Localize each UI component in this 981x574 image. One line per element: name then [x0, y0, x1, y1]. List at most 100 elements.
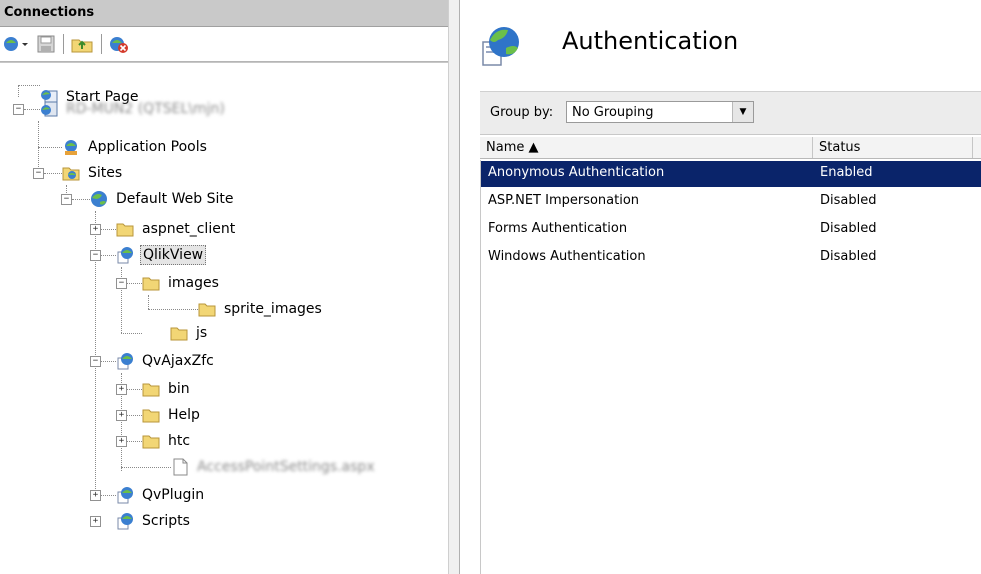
tree-guide — [126, 389, 142, 390]
group-by-label: Group by: — [490, 105, 554, 120]
feature-pane: Authentication Group by: No Grouping ▼ N… — [460, 0, 981, 574]
tree-guide — [18, 85, 19, 97]
tree-guide — [44, 173, 62, 174]
auth-status: Disabled — [820, 221, 877, 236]
expander-collapse[interactable]: − — [116, 278, 127, 289]
tree-guide — [126, 415, 142, 416]
tree-node-default-web-site[interactable]: Default Web Site — [90, 188, 235, 210]
folder-icon — [170, 327, 188, 341]
tree-node-server[interactable]: RD-MUN2 (QTSEL\mjn) — [40, 98, 227, 120]
tree-guide — [100, 229, 116, 230]
tree-guide — [148, 309, 198, 310]
tree-node-help[interactable]: Help — [142, 404, 202, 426]
web-app-icon — [117, 247, 133, 264]
tree-node-application-pools[interactable]: Application Pools — [62, 136, 209, 158]
globe-icon — [91, 191, 107, 207]
tree-guide — [72, 199, 90, 200]
application-pools-icon — [65, 140, 77, 155]
tree-node-sites[interactable]: Sites — [62, 162, 124, 184]
list-item[interactable]: Anonymous Authentication Enabled — [481, 161, 981, 187]
column-header-name[interactable]: Name ▲ — [480, 137, 813, 158]
tree-guide — [18, 85, 40, 86]
authentication-list: Anonymous Authentication Enabled ASP.NET… — [480, 160, 981, 574]
expander-expand[interactable]: + — [90, 224, 101, 235]
expander-collapse[interactable]: − — [61, 194, 72, 205]
auth-name: ASP.NET Impersonation — [488, 193, 640, 208]
group-by-select[interactable]: No Grouping ▼ — [566, 101, 754, 123]
auth-status: Enabled — [820, 165, 873, 180]
tree-guide — [121, 333, 142, 334]
expander-expand[interactable]: + — [116, 410, 127, 421]
expander-expand[interactable]: + — [90, 516, 101, 527]
list-item[interactable]: Windows Authentication Disabled — [481, 245, 981, 271]
tree-node-htc[interactable]: htc — [142, 430, 192, 452]
column-header-extra[interactable] — [973, 137, 981, 158]
expander-collapse[interactable]: − — [90, 356, 101, 367]
toolbar-separator — [63, 34, 64, 54]
auth-name: Forms Authentication — [488, 221, 628, 236]
tree-guide — [24, 109, 40, 110]
tree-guide — [121, 467, 171, 468]
connections-header: Connections — [0, 0, 448, 27]
tree-node-sprite-images[interactable]: sprite_images — [198, 298, 324, 320]
web-app-icon — [117, 487, 133, 504]
list-header: Name ▲ Status — [480, 137, 981, 159]
auth-status: Disabled — [820, 249, 877, 264]
disconnect-icon[interactable] — [107, 34, 131, 54]
folder-icon — [142, 409, 160, 423]
connections-toolbar — [0, 27, 448, 62]
auth-status: Disabled — [820, 193, 877, 208]
expander-expand[interactable]: + — [90, 490, 101, 501]
up-folder-icon[interactable] — [70, 34, 94, 54]
group-by-value: No Grouping — [572, 105, 654, 120]
tree-node-qlikview[interactable]: QlikView — [116, 244, 207, 266]
tree-guide — [38, 147, 62, 148]
expander-collapse[interactable]: − — [90, 250, 101, 261]
feature-header: Authentication — [460, 0, 981, 82]
list-item[interactable]: Forms Authentication Disabled — [481, 217, 981, 243]
group-by-bar: Group by: No Grouping ▼ — [480, 91, 981, 135]
connections-title: Connections — [4, 5, 95, 20]
connections-pane: Connections − − − + − − − + + + + + Star… — [0, 0, 448, 574]
auth-name: Anonymous Authentication — [488, 165, 665, 180]
tree-node-qvajaxzfc[interactable]: QvAjaxZfc — [116, 350, 216, 372]
tree-node-images[interactable]: images — [142, 272, 221, 294]
folder-icon — [142, 435, 160, 449]
folder-icon — [142, 277, 160, 291]
tree-guide — [148, 295, 149, 309]
auth-name: Windows Authentication — [488, 249, 646, 264]
save-icon[interactable] — [35, 34, 57, 54]
folder-icon — [116, 223, 134, 237]
sites-folder-icon — [62, 167, 80, 181]
pane-splitter[interactable] — [448, 0, 460, 574]
folder-icon — [198, 303, 216, 317]
tree-guide — [100, 361, 116, 362]
file-icon — [173, 458, 188, 476]
column-header-status[interactable]: Status — [813, 137, 973, 158]
tree-guide — [126, 441, 142, 442]
list-item[interactable]: ASP.NET Impersonation Disabled — [481, 189, 981, 215]
tree-node-bin[interactable]: bin — [142, 378, 192, 400]
web-app-icon — [117, 353, 133, 370]
toolbar-separator — [101, 34, 102, 54]
expander-collapse[interactable]: − — [33, 168, 44, 179]
web-app-icon — [117, 513, 133, 530]
tree-node-aspnet-client[interactable]: aspnet_client — [116, 218, 237, 240]
tree-node-accesspoint-file[interactable]: AccessPointSettings.aspx — [171, 456, 377, 478]
tree-guide — [121, 267, 122, 333]
tree-node-scripts[interactable]: Scripts — [116, 510, 192, 532]
server-icon — [41, 101, 58, 117]
tree-node-js[interactable]: js — [170, 322, 209, 344]
folder-icon — [142, 383, 160, 397]
connect-icon[interactable] — [2, 34, 30, 54]
tree-guide — [100, 255, 116, 256]
chevron-down-icon[interactable]: ▼ — [732, 102, 753, 122]
tree-node-qvplugin[interactable]: QvPlugin — [116, 484, 206, 506]
page-title: Authentication — [562, 27, 739, 55]
expander-collapse[interactable]: − — [13, 104, 24, 115]
expander-expand[interactable]: + — [116, 384, 127, 395]
connections-tree: − − − + − − − + + + + + Start Page RD-MU… — [0, 62, 448, 563]
tree-guide — [126, 283, 142, 284]
expander-expand[interactable]: + — [116, 436, 127, 447]
tree-guide — [100, 495, 116, 496]
